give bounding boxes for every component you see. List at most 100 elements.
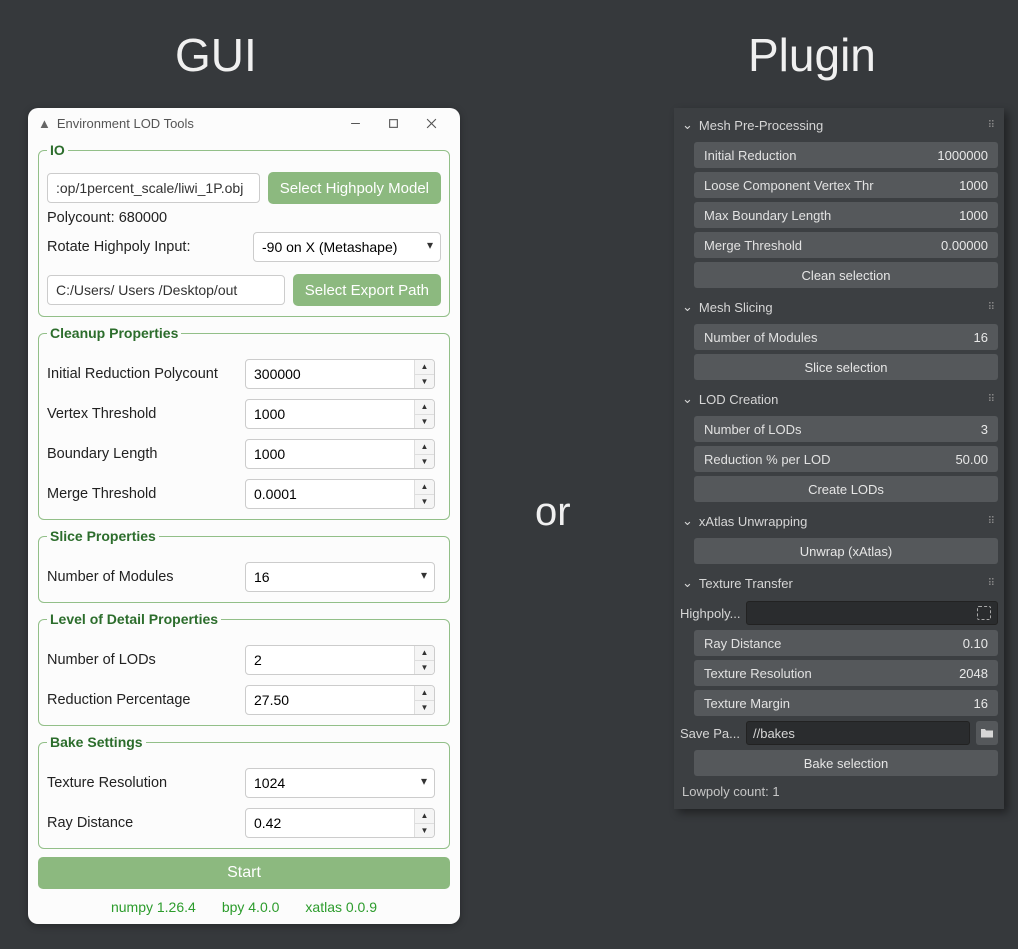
chevron-down-icon: ⌄	[682, 391, 693, 407]
prop-max-boundary[interactable]: Max Boundary Length 1000	[694, 202, 998, 228]
section-mesh-slicing[interactable]: ⌄ Mesh Slicing ⠿	[680, 294, 998, 320]
titlebar: ▲ Environment LOD Tools	[28, 108, 460, 138]
rotate-select[interactable]: -90 on X (Metashape)	[253, 232, 441, 262]
num-lods-label: Number of LODs	[47, 652, 245, 668]
select-highpoly-button[interactable]: Select Highpoly Model	[268, 172, 441, 204]
io-group: IO Select Highpoly Model Polycount: 6800…	[38, 142, 450, 317]
spin-up-icon[interactable]: ▲	[415, 686, 434, 701]
section-title: LOD Creation	[699, 392, 778, 407]
maximize-button[interactable]	[374, 108, 412, 138]
lowpoly-count: Lowpoly count: 1	[680, 778, 998, 799]
highpoly-picker[interactable]	[746, 601, 998, 625]
xatlas-version: xatlas 0.0.9	[305, 899, 377, 915]
rotate-label: Rotate Highpoly Input:	[47, 239, 245, 255]
section-xatlas[interactable]: ⌄ xAtlas Unwrapping ⠿	[680, 508, 998, 534]
spin-up-icon[interactable]: ▲	[415, 480, 434, 495]
slice-selection-button[interactable]: Slice selection	[694, 354, 998, 380]
chevron-down-icon: ⌄	[682, 575, 693, 591]
slice-legend: Slice Properties	[47, 528, 159, 544]
window-title: Environment LOD Tools	[57, 116, 194, 131]
vertex-threshold-label: Vertex Threshold	[47, 406, 245, 422]
chevron-down-icon: ⌄	[682, 117, 693, 133]
prop-num-modules[interactable]: Number of Modules 16	[694, 324, 998, 350]
boundary-length-label: Boundary Length	[47, 446, 245, 462]
save-path-label: Save Pa...	[680, 726, 740, 741]
lod-group: Level of Detail Properties Number of LOD…	[38, 611, 450, 726]
prop-loose-component[interactable]: Loose Component Vertex Thr 1000	[694, 172, 998, 198]
spin-up-icon[interactable]: ▲	[415, 646, 434, 661]
vertex-threshold-input[interactable]	[245, 399, 435, 429]
spin-down-icon[interactable]: ▼	[415, 375, 434, 389]
prop-initial-reduction[interactable]: Initial Reduction 1000000	[694, 142, 998, 168]
merge-threshold-input[interactable]	[245, 479, 435, 509]
ray-dist-input[interactable]	[245, 808, 435, 838]
section-title: Texture Transfer	[699, 576, 793, 591]
section-title: Mesh Slicing	[699, 300, 773, 315]
cleanup-legend: Cleanup Properties	[47, 325, 181, 341]
grip-icon[interactable]: ⠿	[988, 302, 996, 313]
section-title: xAtlas Unwrapping	[699, 514, 807, 529]
io-legend: IO	[47, 142, 68, 158]
chevron-down-icon: ⌄	[682, 299, 693, 315]
ray-dist-label: Ray Distance	[47, 815, 245, 831]
clean-selection-button[interactable]: Clean selection	[694, 262, 998, 288]
section-lod-creation[interactable]: ⌄ LOD Creation ⠿	[680, 386, 998, 412]
footer-versions: numpy 1.26.4 bpy 4.0.0 xatlas 0.0.9	[38, 897, 450, 919]
prop-num-lods[interactable]: Number of LODs 3	[694, 416, 998, 442]
polycount-label: Polycount: 680000	[47, 210, 167, 226]
tex-res-label: Texture Resolution	[47, 775, 245, 791]
save-path-input[interactable]: //bakes	[746, 721, 970, 745]
reduction-pct-label: Reduction Percentage	[47, 692, 245, 708]
plugin-panel: ⌄ Mesh Pre-Processing ⠿ Initial Reductio…	[674, 108, 1004, 809]
prop-reduction-per-lod[interactable]: Reduction % per LOD 50.00	[694, 446, 998, 472]
highpoly-path-input[interactable]	[47, 173, 260, 203]
spin-down-icon[interactable]: ▼	[415, 701, 434, 715]
spin-down-icon[interactable]: ▼	[415, 455, 434, 469]
initial-reduction-label: Initial Reduction Polycount	[47, 366, 245, 382]
spin-down-icon[interactable]: ▼	[415, 661, 434, 675]
highpoly-label: Highpoly...	[680, 606, 740, 621]
select-export-button[interactable]: Select Export Path	[293, 274, 441, 306]
grip-icon[interactable]: ⠿	[988, 394, 996, 405]
spin-down-icon[interactable]: ▼	[415, 495, 434, 509]
object-picker-icon[interactable]	[977, 606, 991, 620]
spin-down-icon[interactable]: ▼	[415, 824, 434, 838]
modules-label: Number of Modules	[47, 569, 245, 585]
create-lods-button[interactable]: Create LODs	[694, 476, 998, 502]
start-button[interactable]: Start	[38, 857, 450, 889]
prop-texture-resolution[interactable]: Texture Resolution 2048	[694, 660, 998, 686]
prop-merge-threshold[interactable]: Merge Threshold 0.00000	[694, 232, 998, 258]
num-lods-input[interactable]	[245, 645, 435, 675]
gui-window: ▲ Environment LOD Tools IO Select Highpo…	[28, 108, 460, 924]
bpy-version: bpy 4.0.0	[222, 899, 280, 915]
export-path-input[interactable]	[47, 275, 285, 305]
minimize-button[interactable]	[336, 108, 374, 138]
lod-legend: Level of Detail Properties	[47, 611, 221, 627]
spin-down-icon[interactable]: ▼	[415, 415, 434, 429]
spin-up-icon[interactable]: ▲	[415, 400, 434, 415]
prop-ray-distance[interactable]: Ray Distance 0.10	[694, 630, 998, 656]
boundary-length-input[interactable]	[245, 439, 435, 469]
heading-plugin: Plugin	[748, 28, 876, 82]
modules-select[interactable]: 16	[245, 562, 435, 592]
initial-reduction-input[interactable]	[245, 359, 435, 389]
reduction-pct-input[interactable]	[245, 685, 435, 715]
spin-up-icon[interactable]: ▲	[415, 440, 434, 455]
app-icon: ▲	[38, 116, 51, 131]
close-button[interactable]	[412, 108, 450, 138]
grip-icon[interactable]: ⠿	[988, 120, 996, 131]
grip-icon[interactable]: ⠿	[988, 578, 996, 589]
numpy-version: numpy 1.26.4	[111, 899, 196, 915]
spin-up-icon[interactable]: ▲	[415, 809, 434, 824]
section-mesh-pre[interactable]: ⌄ Mesh Pre-Processing ⠿	[680, 112, 998, 138]
folder-icon[interactable]	[976, 721, 998, 745]
section-texture-transfer[interactable]: ⌄ Texture Transfer ⠿	[680, 570, 998, 596]
tex-res-select[interactable]: 1024	[245, 768, 435, 798]
cleanup-group: Cleanup Properties Initial Reduction Pol…	[38, 325, 450, 520]
prop-texture-margin[interactable]: Texture Margin 16	[694, 690, 998, 716]
bake-selection-button[interactable]: Bake selection	[694, 750, 998, 776]
grip-icon[interactable]: ⠿	[988, 516, 996, 527]
spin-up-icon[interactable]: ▲	[415, 360, 434, 375]
chevron-down-icon: ⌄	[682, 513, 693, 529]
unwrap-button[interactable]: Unwrap (xAtlas)	[694, 538, 998, 564]
